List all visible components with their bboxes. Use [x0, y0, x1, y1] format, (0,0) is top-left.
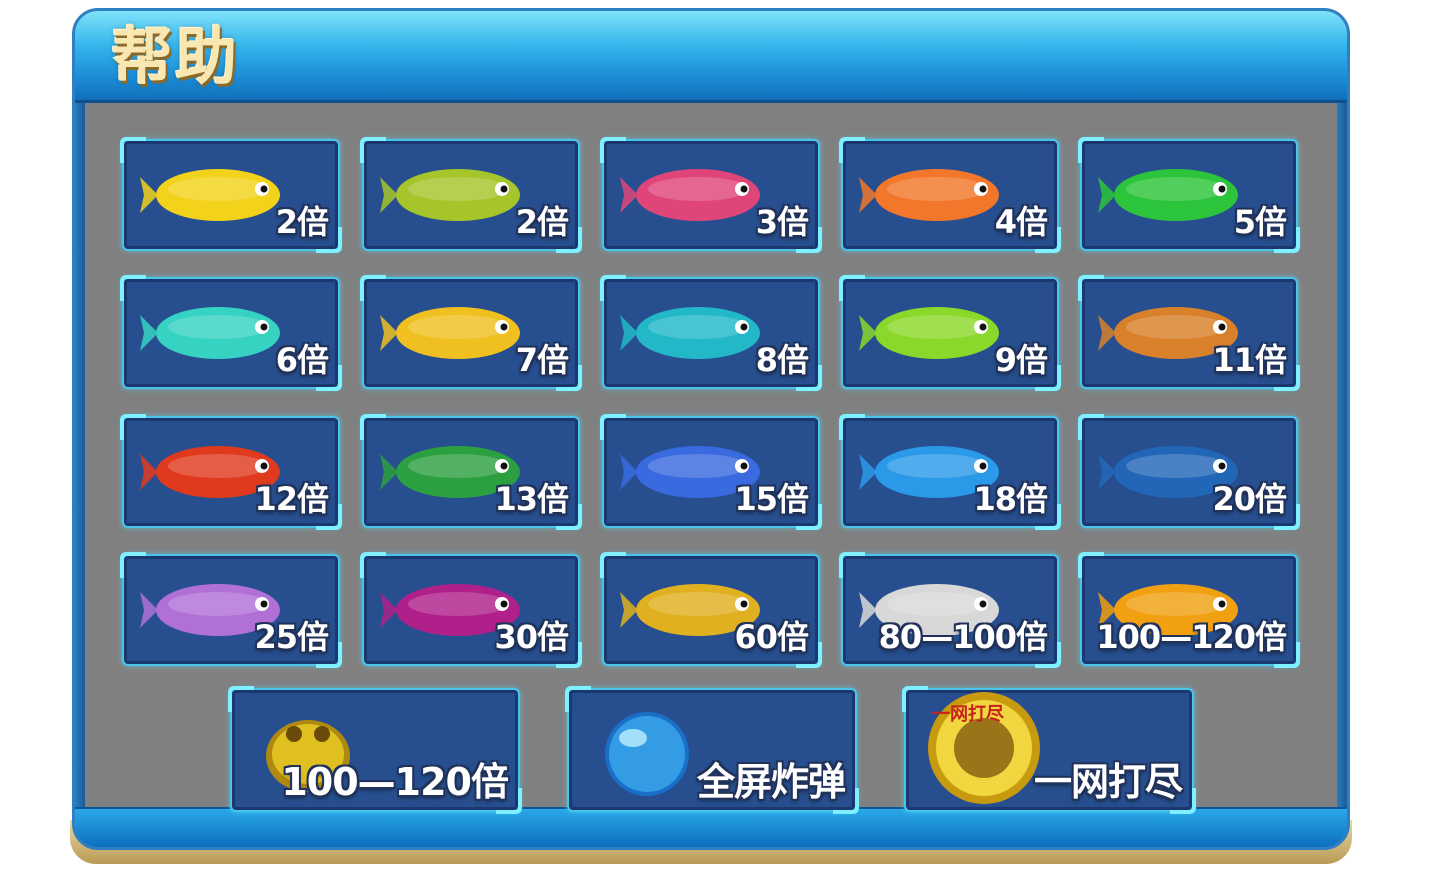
panel-left-edge [75, 103, 85, 823]
fish-card: 30倍 [360, 552, 582, 668]
special-card: 全屏炸弹 [565, 686, 859, 814]
multiplier-label: 一网打尽 [1033, 760, 1183, 804]
multiplier-label: 100—120倍 [1096, 618, 1287, 656]
fish-card: 60倍 [600, 552, 822, 668]
multiplier-label: 20倍 [1212, 480, 1287, 518]
multiplier-label: 4倍 [994, 203, 1048, 241]
multiplier-label: 5倍 [1233, 203, 1287, 241]
multiplier-label: 60倍 [734, 618, 809, 656]
special-card: 一网打尽 一网打尽 [902, 686, 1196, 814]
fish-card: 20倍 [1078, 414, 1300, 530]
multiplier-label: 全屏炸弹 [696, 760, 846, 804]
fish-card: 2倍 [360, 137, 582, 253]
panel-footer [75, 807, 1347, 847]
panel-right-edge [1337, 103, 1347, 823]
multiplier-label: 7倍 [515, 341, 569, 379]
coin-text: 一网打尽 [932, 704, 1004, 725]
multiplier-label: 30倍 [494, 618, 569, 656]
multiplier-label: 18倍 [973, 480, 1048, 518]
fish-card: 7倍 [360, 275, 582, 391]
multiplier-label: 8倍 [755, 341, 809, 379]
fish-card: 100—120倍 [1078, 552, 1300, 668]
multiplier-label: 11倍 [1212, 341, 1287, 379]
fish-card: 15倍 [600, 414, 822, 530]
fish-card: 18倍 [839, 414, 1061, 530]
fish-card: 3倍 [600, 137, 822, 253]
multiplier-label: 13倍 [494, 480, 569, 518]
multiplier-label: 9倍 [994, 341, 1048, 379]
fish-card: 12倍 [120, 414, 342, 530]
fish-card: 13倍 [360, 414, 582, 530]
fish-card: 8倍 [600, 275, 822, 391]
fish-card: 5倍 [1078, 137, 1300, 253]
multiplier-label: 2倍 [515, 203, 569, 241]
multiplier-label: 2倍 [275, 203, 329, 241]
fish-card: 25倍 [120, 552, 342, 668]
multiplier-label: 15倍 [734, 480, 809, 518]
multiplier-label: 100—120倍 [281, 760, 509, 804]
multiplier-label: 25倍 [254, 618, 329, 656]
multiplier-label: 80—100倍 [878, 618, 1048, 656]
page-title: 帮助 [111, 20, 240, 93]
fish-card: 6倍 [120, 275, 342, 391]
panel-header: 帮助 [75, 11, 1347, 103]
fish-card: 80—100倍 [839, 552, 1061, 668]
fish-card: 4倍 [839, 137, 1061, 253]
multiplier-label: 12倍 [254, 480, 329, 518]
fish-card: 2倍 [120, 137, 342, 253]
multiplier-label: 3倍 [755, 203, 809, 241]
fish-card: 11倍 [1078, 275, 1300, 391]
special-card: 100—120倍 [228, 686, 522, 814]
multiplier-label: 6倍 [275, 341, 329, 379]
fish-card: 9倍 [839, 275, 1061, 391]
